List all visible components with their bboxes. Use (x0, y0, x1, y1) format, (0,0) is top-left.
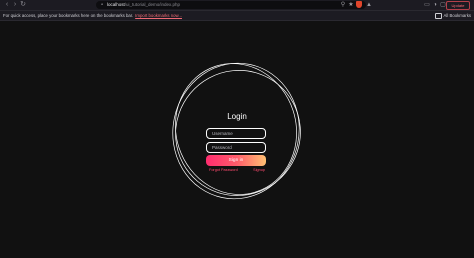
bookmarks-bar-message: For quick access, place your bookmarks h… (3, 13, 134, 18)
import-bookmarks-link[interactable]: Import bookmarks now... (135, 13, 182, 18)
page-info-icon[interactable]: ⚬ (100, 1, 104, 9)
forward-icon[interactable]: › (11, 1, 19, 9)
back-icon[interactable]: ‹ (3, 1, 11, 9)
share-icon[interactable]: ★ (348, 1, 354, 9)
folder-icon (434, 12, 442, 19)
bookmarks-bar: For quick access, place your bookmarks h… (0, 11, 474, 21)
reload-icon[interactable]: ↻ (19, 1, 27, 9)
url-host: localhost (107, 2, 125, 7)
password-input[interactable] (206, 142, 266, 153)
rewards-icon[interactable]: ▲ (366, 1, 372, 9)
username-input[interactable] (206, 128, 266, 139)
all-bookmarks-button[interactable]: All Bookmarks (434, 11, 471, 20)
forgot-password-link[interactable]: Forgot Password (209, 167, 238, 173)
all-bookmarks-label: All Bookmarks (443, 13, 471, 18)
brave-shields-icon[interactable] (356, 1, 362, 8)
sign-in-button[interactable]: Sign in (206, 155, 266, 166)
browser-toolbar: ‹ › ↻ ⚬ localhost/ui_tutorial_demo/index… (0, 0, 474, 11)
key-icon[interactable]: ⚲ (340, 1, 346, 9)
login-links: Forgot Password Signup (209, 167, 265, 173)
signup-link[interactable]: Signup (253, 167, 265, 173)
wallet-icon[interactable]: ◑ (432, 1, 438, 9)
update-button[interactable]: Update (446, 1, 470, 10)
login-title: Login (227, 112, 247, 121)
url-path: /ui_tutorial_demo/index.php (124, 2, 181, 7)
address-bar[interactable]: ⚬ localhost/ui_tutorial_demo/index.php (96, 1, 366, 9)
sidebar-toggle-icon[interactable]: ▭ (424, 1, 430, 9)
